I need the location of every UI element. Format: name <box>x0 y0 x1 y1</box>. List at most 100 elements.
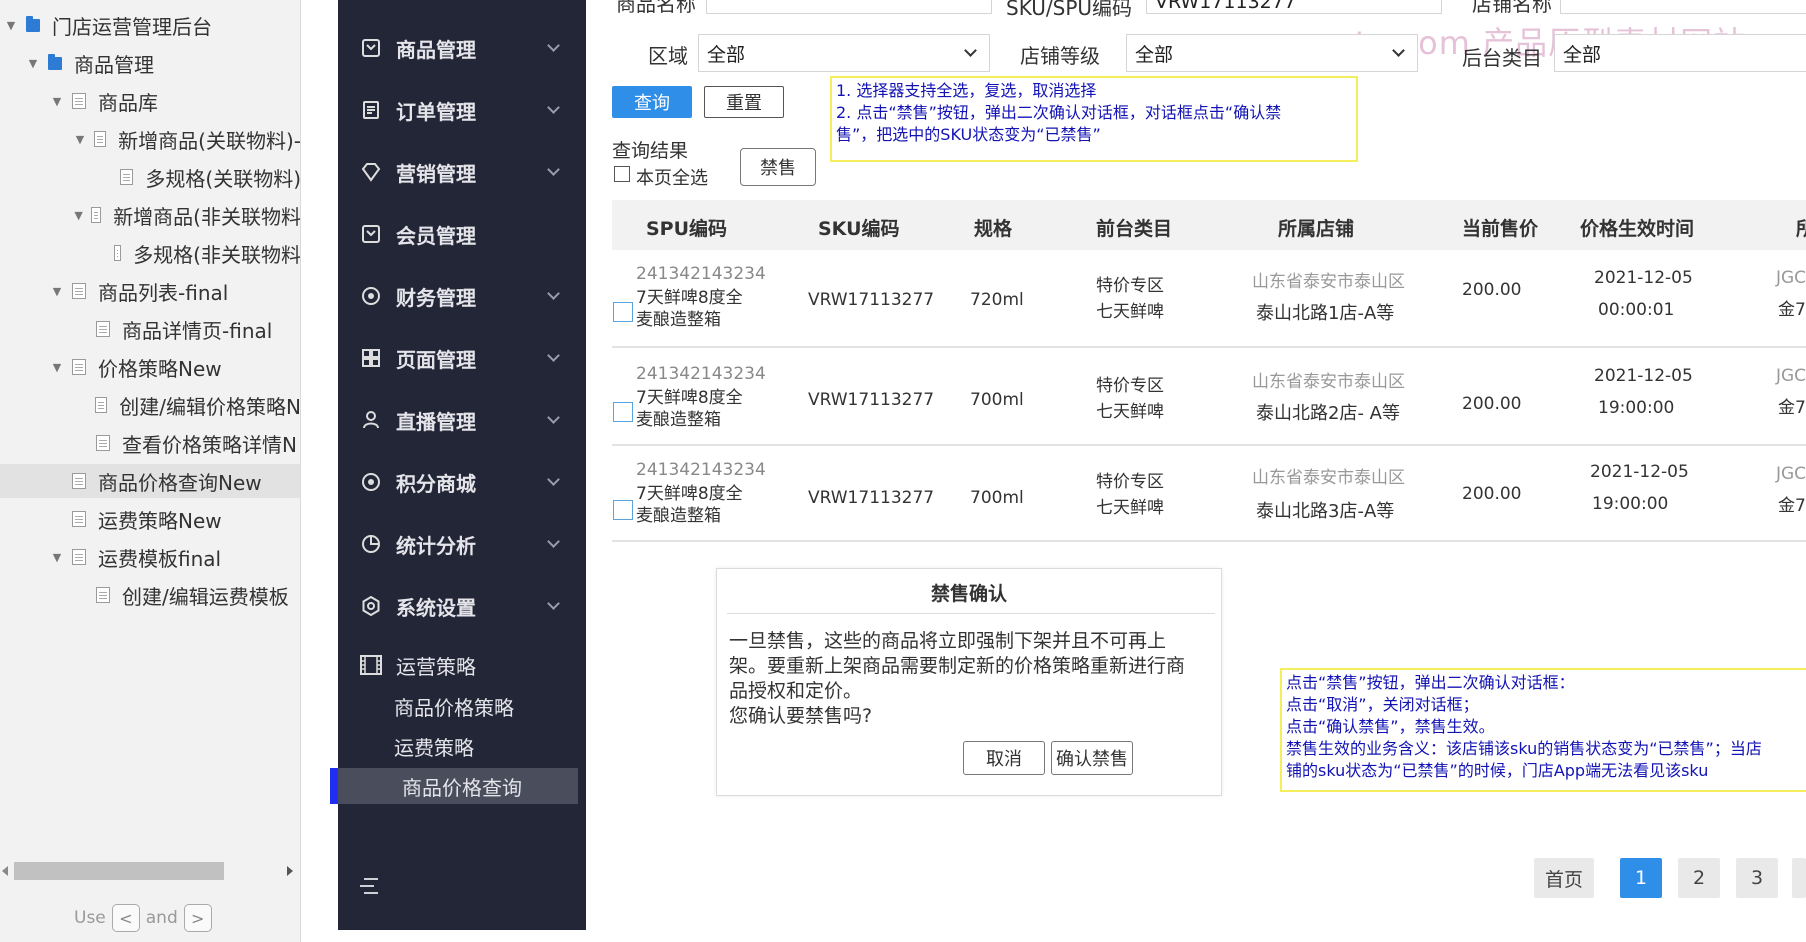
nav-item-finance[interactable]: 财务管理 <box>338 276 586 316</box>
select-all-page-checkbox[interactable] <box>614 166 630 182</box>
expand-arrow-icon[interactable]: ▼ <box>74 133 86 146</box>
nav-item-live[interactable]: 直播管理 <box>338 400 586 440</box>
nav-item-statistics[interactable]: 统计分析 <box>338 524 586 564</box>
expand-arrow-icon[interactable]: ▼ <box>50 95 64 108</box>
first-page-button[interactable]: 首页 <box>1534 858 1594 898</box>
tree-item-multi-spec-unlinked[interactable]: ▼ 多规格(非关联物料 <box>0 236 300 270</box>
sku-spu-input[interactable]: VRW17113277 <box>1146 0 1442 14</box>
tree-item-product-list[interactable]: ▼ 商品列表-final <box>0 274 300 308</box>
note-line: 2. 点击“禁售”按钮，弹出二次确认对话框，对话框点击“确认禁 <box>836 103 1282 122</box>
current-price: 200.00 <box>1462 280 1522 300</box>
table-row[interactable]: 241342143234 7天鲜啤8度全 麦酿造整箱 VRW17113277 7… <box>612 448 1806 542</box>
nav-item-marketing[interactable]: 营销管理 <box>338 152 586 192</box>
store-name: 泰山北路3店-A等 <box>1256 501 1395 522</box>
nav-item-product-management[interactable]: 商品管理 <box>338 28 586 68</box>
page-icon <box>72 549 86 565</box>
tree-item-label: 商品详情页-final <box>122 318 273 343</box>
current-price: 200.00 <box>1462 394 1522 414</box>
tree-item-price-query[interactable]: ▼ 商品价格查询New <box>0 464 300 498</box>
nav-item-system-settings[interactable]: 系统设置 <box>338 586 586 626</box>
spec: 700ml <box>970 488 1024 508</box>
page-tree-panel: ▼ 门店运营管理后台 ▼ 商品管理 ▼ 商品库 ▼ 新增商品(关联物料)- ▼ … <box>0 0 301 942</box>
expand-arrow-icon[interactable]: ▼ <box>50 285 64 298</box>
dialog-divider <box>727 613 1215 614</box>
column-header-spec: 规格 <box>974 218 1013 240</box>
store-region: 山东省泰安市泰山区 <box>1252 372 1405 392</box>
page-button-3[interactable]: 3 <box>1736 858 1778 898</box>
nav-item-label: 订单管理 <box>396 99 476 124</box>
nav-item-points-mall[interactable]: 积分商城 <box>338 462 586 502</box>
tree-item-label: 新增商品(关联物料)- <box>118 128 301 153</box>
region-select[interactable]: 全部 <box>698 34 990 72</box>
page-button-1[interactable]: 1 <box>1620 858 1662 898</box>
expand-arrow-icon[interactable]: ▼ <box>4 19 18 32</box>
nav-item-page-management[interactable]: 页面管理 <box>338 338 586 378</box>
reset-button[interactable]: 重置 <box>704 86 784 118</box>
expand-arrow-icon[interactable]: ▼ <box>26 57 40 70</box>
nav-item-operations-strategy[interactable]: 运营策略 <box>338 645 586 685</box>
store-name-input[interactable] <box>1560 0 1806 14</box>
tree-item-shipping-strategy[interactable]: ▼ 运费策略New <box>0 502 300 536</box>
nav-item-order-management[interactable]: 订单管理 <box>338 90 586 130</box>
horizontal-scrollbar[interactable] <box>0 860 300 884</box>
scroll-right-icon[interactable] <box>287 866 293 876</box>
truncated-cell: JGC <box>1776 464 1806 484</box>
ban-button[interactable]: 禁售 <box>740 148 816 186</box>
row-checkbox[interactable] <box>613 302 633 322</box>
nav-sub-shipping-strategy[interactable]: 运费策略 <box>338 728 586 764</box>
nav-item-label: 营销管理 <box>396 161 476 186</box>
column-header-front-category: 前台类目 <box>1096 218 1173 240</box>
tree-item-root[interactable]: ▼ 门店运营管理后台 <box>0 8 300 42</box>
nav-sub-price-query[interactable]: 商品价格查询 <box>330 768 578 804</box>
page-button-2[interactable]: 2 <box>1678 858 1720 898</box>
product-name-input[interactable] <box>706 0 992 14</box>
page-icon <box>91 207 102 223</box>
expand-arrow-icon[interactable]: ▼ <box>74 209 83 222</box>
collapse-menu-icon[interactable] <box>360 876 382 896</box>
tree-item-new-product-linked[interactable]: ▼ 新增商品(关联物料)- <box>0 122 301 156</box>
confirm-ban-button[interactable]: 确认禁售 <box>1051 741 1133 775</box>
store-level-select[interactable]: 全部 <box>1126 34 1418 72</box>
tree-item-edit-price-strategy[interactable]: ▼ 创建/编辑价格策略N <box>0 388 300 422</box>
tree-item-product-detail[interactable]: ▼ 商品详情页-final <box>0 312 300 346</box>
tree-item-label: 价格策略New <box>98 356 222 381</box>
table-row[interactable]: 241342143234 7天鲜啤8度全 麦酿造整箱 VRW17113277 7… <box>612 350 1806 446</box>
nav-item-label: 直播管理 <box>396 409 476 434</box>
expand-arrow-icon[interactable]: ▼ <box>50 361 64 374</box>
front-category: 特价专区 <box>1096 276 1164 296</box>
tree-item-shipping-template[interactable]: ▼ 运费模板final <box>0 540 300 574</box>
nav-item-label: 统计分析 <box>396 533 476 558</box>
row-checkbox[interactable] <box>613 500 633 520</box>
tree-item-label: 查看价格策略详情N <box>122 432 297 457</box>
nav-item-member[interactable]: 会员管理 <box>338 214 586 254</box>
cancel-button[interactable]: 取消 <box>963 741 1045 775</box>
page-icon <box>72 473 86 489</box>
tree-item-new-product-unlinked[interactable]: ▼ 新增商品(非关联物料 <box>0 198 300 232</box>
tree-item-edit-shipping-template[interactable]: ▼ 创建/编辑运费模板 <box>0 578 300 612</box>
page-button-truncated[interactable] <box>1792 858 1806 898</box>
tree-item-product-management[interactable]: ▼ 商品管理 <box>0 46 300 80</box>
dialog-message: 一旦禁售，这些的商品将立即强制下架并且不可再上 架。要重新上架商品需要制定新的价… <box>729 629 1213 729</box>
spu-code: 241342143234 <box>636 264 766 284</box>
tree-item-view-price-strategy[interactable]: ▼ 查看价格策略详情N <box>0 426 300 460</box>
scrollbar-thumb[interactable] <box>14 862 224 880</box>
expand-arrow-icon[interactable]: ▼ <box>50 551 64 564</box>
table-row[interactable]: 241342143234 7天鲜啤8度全 麦酿造整箱 VRW17113277 7… <box>612 250 1806 348</box>
page-icon <box>94 397 108 413</box>
front-category: 七天鲜啤 <box>1096 498 1164 518</box>
scroll-left-icon[interactable] <box>2 866 8 876</box>
query-button[interactable]: 查询 <box>612 86 692 118</box>
effective-date: 2021-12-05 <box>1594 366 1693 386</box>
note-line: 点击“确认禁售”，禁售生效。 <box>1286 717 1495 736</box>
chevron-down-icon <box>547 101 560 114</box>
tree-item-multi-spec-linked[interactable]: ▼ 多规格(关联物料) <box>0 160 300 194</box>
tree-item-product-library[interactable]: ▼ 商品库 <box>0 84 300 118</box>
column-header-truncated: 所 <box>1796 218 1806 240</box>
tree-item-price-strategy[interactable]: ▼ 价格策略New <box>0 350 300 384</box>
column-header-effective-time: 价格生效时间 <box>1580 218 1695 240</box>
row-checkbox[interactable] <box>613 402 633 422</box>
backend-category-select[interactable]: 全部 <box>1554 34 1806 72</box>
nav-item-label: 运营策略 <box>396 654 476 679</box>
nav-sub-price-strategy[interactable]: 商品价格策略 <box>338 688 586 724</box>
chevron-down-icon <box>1392 44 1405 57</box>
